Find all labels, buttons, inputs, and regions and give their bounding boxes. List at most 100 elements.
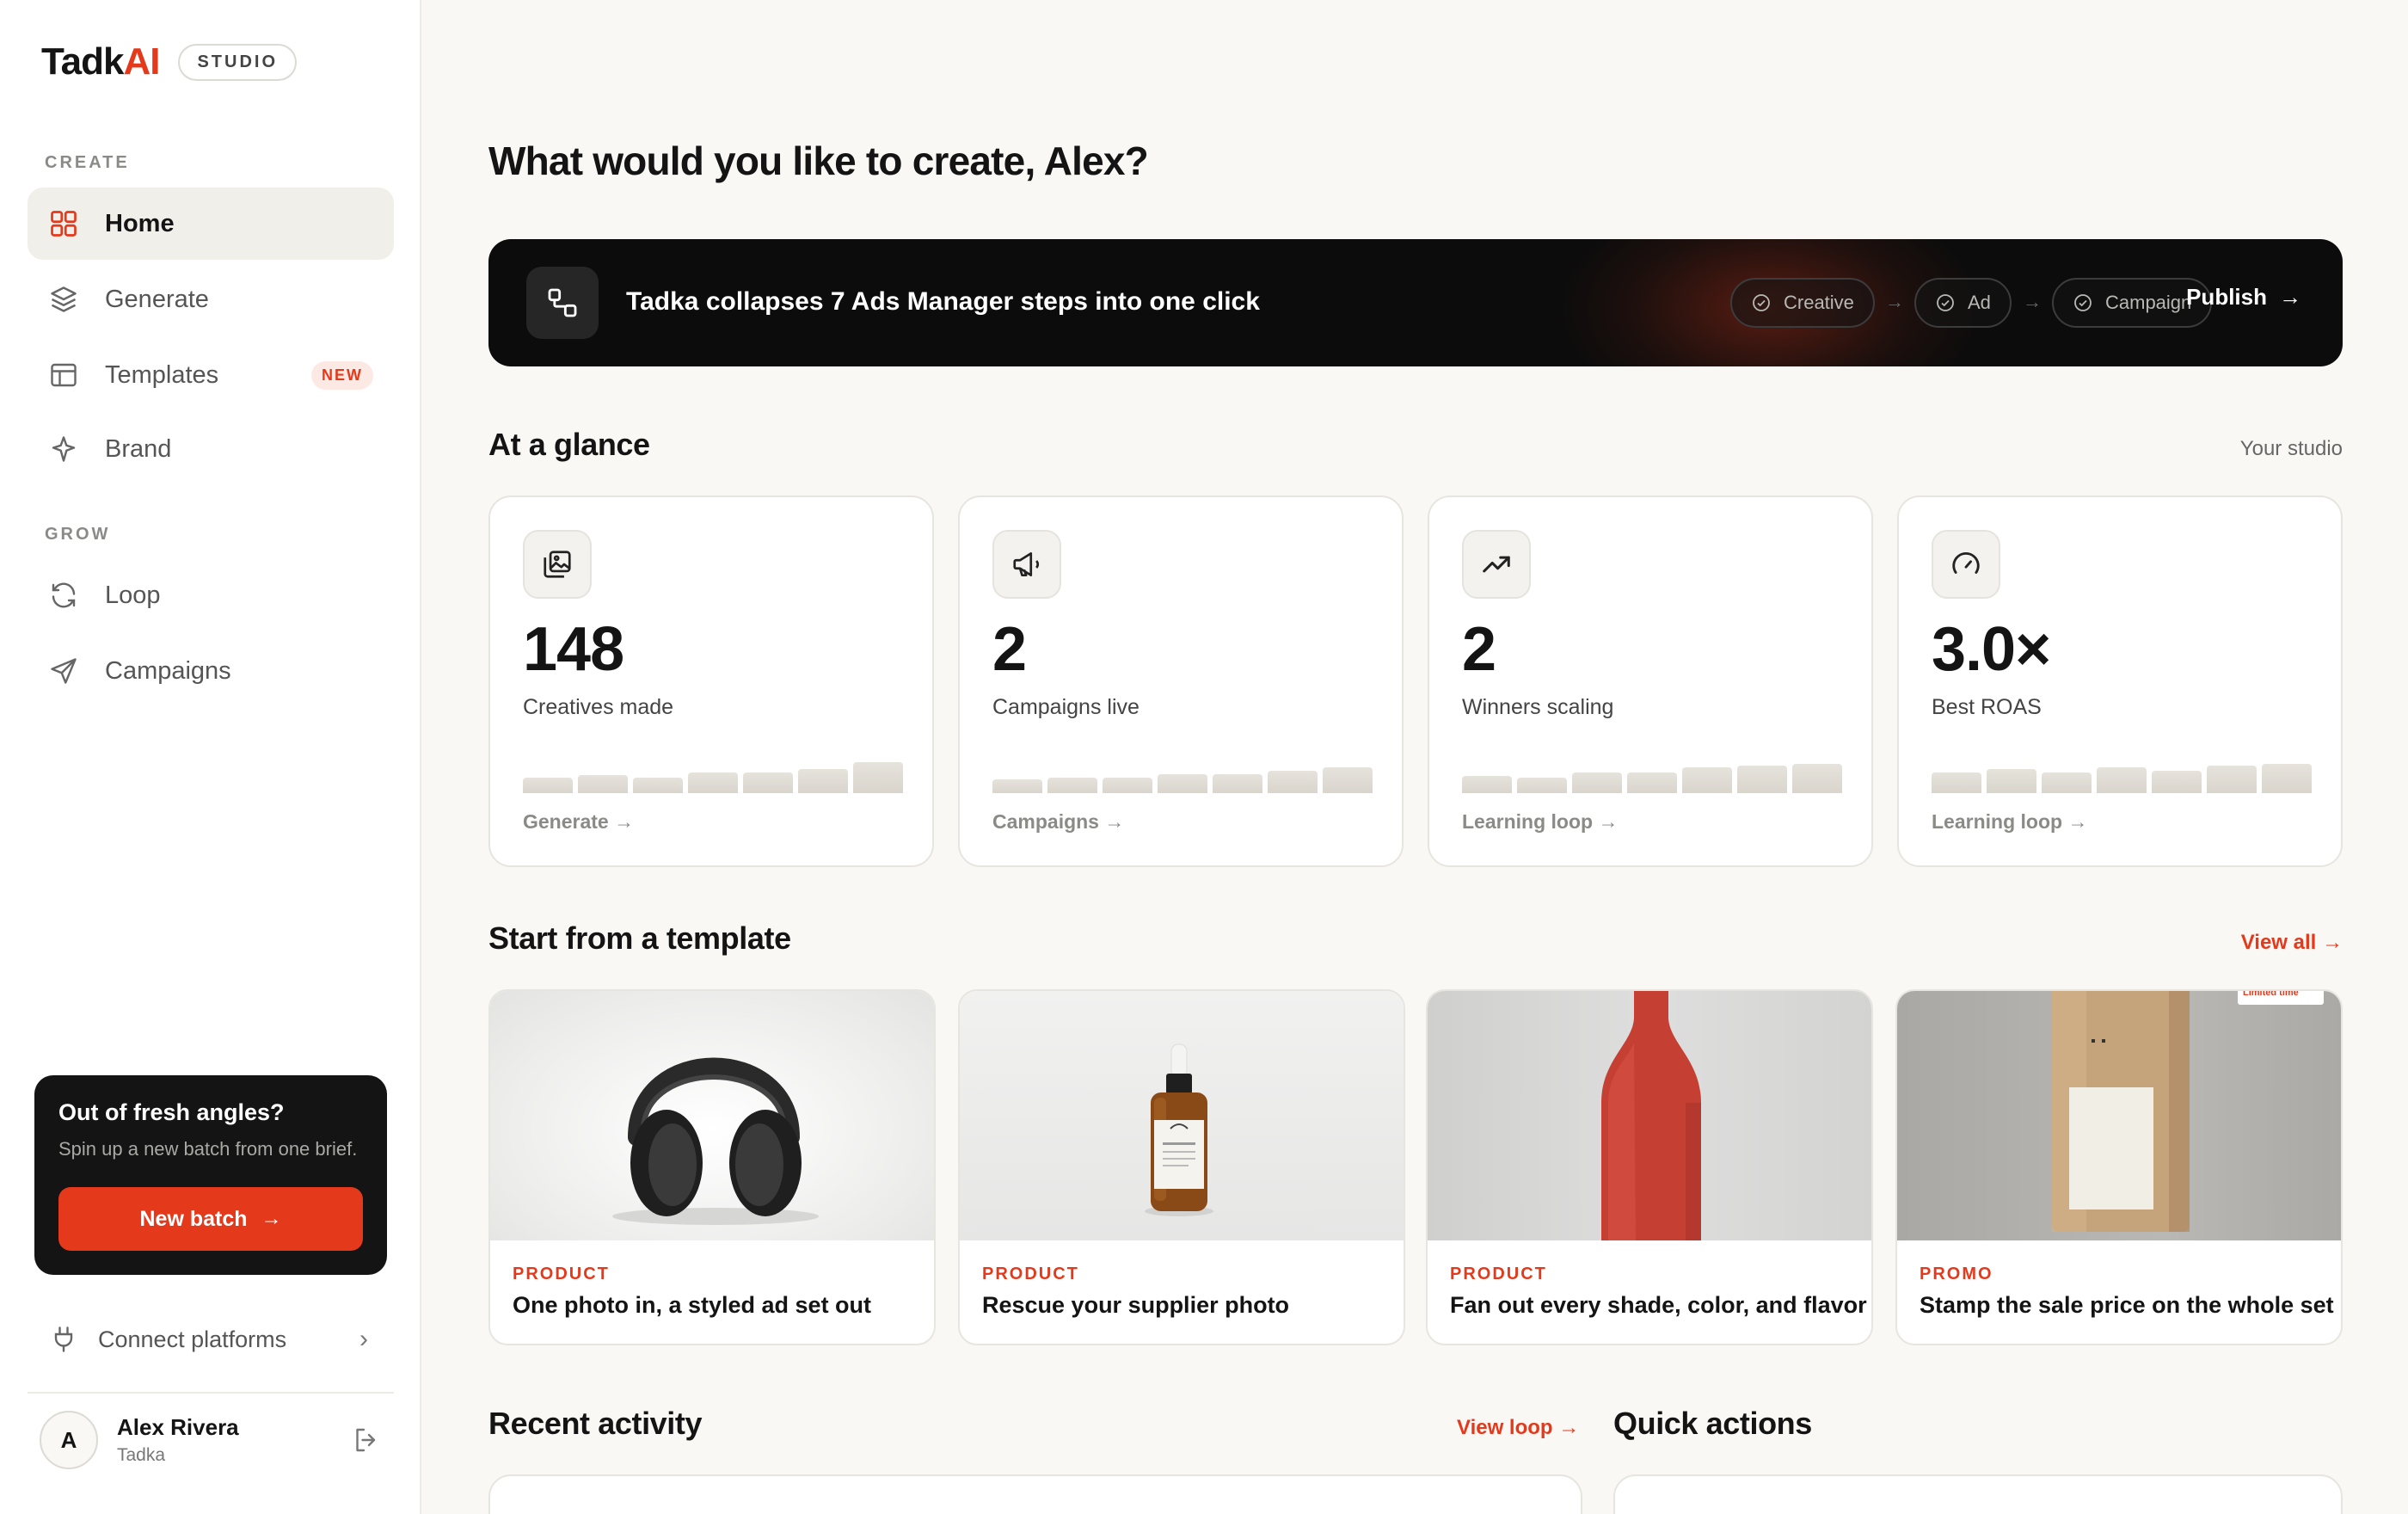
chevron-right-icon: ›	[359, 1325, 368, 1353]
sparkline-bar	[633, 778, 683, 793]
arrow-right-icon: →	[2067, 810, 2088, 833]
sparkline-bar	[1682, 767, 1732, 793]
sidebar-item-home[interactable]: Home	[28, 188, 394, 260]
template-card[interactable]: Limited time PROMO Stamp the sale price …	[1895, 989, 2343, 1345]
arrow-right-icon: →	[2023, 291, 2042, 312]
arrow-right-icon: →	[1885, 291, 1904, 312]
sparkline-bar	[2042, 772, 2092, 793]
arrow-right-icon: →	[261, 1207, 282, 1230]
connect-platforms-label: Connect platforms	[98, 1326, 287, 1352]
sidebar-item-campaigns[interactable]: Campaigns	[28, 635, 394, 707]
sparkline-bar	[853, 762, 903, 793]
sparkline	[992, 755, 1373, 793]
stat-card-creatives[interactable]: 148 Creatives made Generate →	[488, 495, 934, 867]
promo-subtitle: Spin up a new batch from one brief.	[58, 1138, 358, 1160]
refresh-icon	[48, 580, 79, 611]
step-creative: Creative	[1730, 278, 1875, 328]
arrow-right-icon: →	[614, 810, 635, 833]
new-batch-button[interactable]: New batch →	[58, 1187, 363, 1251]
at-a-glance-heading: At a glance	[488, 427, 650, 462]
sparkline-bar	[578, 775, 628, 793]
template-title: One photo in, a styled ad set out	[513, 1292, 872, 1318]
sidebar-item-label: Generate	[105, 285, 209, 313]
promo-title: Out of fresh angles?	[58, 1099, 285, 1125]
view-loop-link[interactable]: View loop →	[1457, 1416, 1579, 1440]
stat-value: 2	[992, 615, 1027, 684]
quick-actions-panel	[1613, 1474, 2343, 1514]
template-image-coffee-bag: Limited time	[1897, 991, 2341, 1240]
send-icon	[48, 655, 79, 686]
banner-text: Tadka collapses 7 Ads Manager steps into…	[626, 287, 1260, 316]
arrow-right-icon: →	[2322, 931, 2343, 954]
check-circle-icon	[1937, 294, 1954, 311]
layers-icon	[48, 284, 79, 315]
sidebar: TadkAI STUDIO CREATE Home Generate Templ…	[0, 0, 421, 1514]
template-title: Stamp the sale price on the whole set	[1920, 1292, 2334, 1318]
sidebar-item-label: Brand	[105, 434, 172, 463]
sidebar-item-generate[interactable]: Generate	[28, 263, 394, 335]
logout-icon[interactable]	[351, 1425, 382, 1456]
create-section-label: CREATE	[45, 153, 130, 172]
sidebar-item-label: Loop	[105, 581, 161, 609]
layout-icon	[48, 360, 79, 391]
sparkline-bar	[2152, 771, 2202, 793]
studio-badge: STUDIO	[178, 43, 297, 81]
sparkline-bar	[1627, 772, 1677, 793]
recent-activity-panel	[488, 1474, 1582, 1514]
stat-card-campaigns[interactable]: 2 Campaigns live Campaigns →	[958, 495, 1404, 867]
new-badge: NEW	[311, 360, 373, 390]
template-card[interactable]: PRODUCT One photo in, a styled ad set ou…	[488, 989, 936, 1345]
stat-card-winners[interactable]: 2 Winners scaling Learning loop →	[1428, 495, 1873, 867]
logo[interactable]: TadkAI STUDIO	[41, 43, 297, 81]
stat-link-generate[interactable]: Generate →	[523, 810, 634, 834]
stat-link-campaigns[interactable]: Campaigns →	[992, 810, 1124, 834]
sparkline-bar	[1047, 778, 1097, 793]
sparkline-bar	[1268, 771, 1318, 793]
publish-button[interactable]: Publish →	[2186, 284, 2301, 311]
publish-label: Publish	[2186, 284, 2267, 310]
arrow-right-icon: →	[1104, 810, 1125, 833]
trend-up-icon	[1462, 530, 1531, 599]
stat-link-learning-loop[interactable]: Learning loop →	[1932, 810, 2087, 834]
stat-card-roas[interactable]: 3.0× Best ROAS Learning loop →	[1897, 495, 2343, 867]
template-card[interactable]: PRODUCT Rescue your supplier photo	[958, 989, 1405, 1345]
sidebar-item-templates[interactable]: Templates NEW	[28, 339, 394, 411]
user-org: Tadka	[117, 1445, 166, 1465]
grow-section-label: GROW	[45, 525, 111, 544]
sparkline	[523, 755, 903, 793]
sparkline-bar	[1158, 774, 1207, 793]
user-name: Alex Rivera	[117, 1414, 239, 1440]
sparkline	[1462, 755, 1842, 793]
sparkline-bar	[1987, 769, 2036, 793]
divider	[28, 1392, 394, 1394]
template-image-serum-bottle	[960, 991, 1404, 1240]
main-content: What would you like to create, Alex? Tad…	[421, 0, 2408, 1514]
template-card[interactable]: PRODUCT Fan out every shade, color, and …	[1426, 989, 1873, 1345]
gauge-icon	[1932, 530, 2000, 599]
sidebar-item-label: Home	[105, 209, 175, 237]
view-all-link[interactable]: View all →	[2241, 931, 2343, 955]
new-batch-promo: Out of fresh angles? Spin up a new batch…	[34, 1075, 387, 1275]
logo-wordmark: TadkAI	[41, 40, 160, 83]
stat-link-learning-loop[interactable]: Learning loop →	[1462, 810, 1618, 834]
avatar: A	[40, 1411, 98, 1469]
user-profile[interactable]: A Alex Rivera Tadka	[40, 1411, 394, 1471]
stat-label: Creatives made	[523, 695, 674, 719]
stat-label: Campaigns live	[992, 695, 1140, 719]
sidebar-item-brand[interactable]: Brand	[28, 413, 394, 485]
stat-value: 3.0×	[1932, 615, 2051, 684]
page-title: What would you like to create, Alex?	[488, 138, 1149, 183]
new-batch-label: New batch	[139, 1206, 248, 1231]
template-tag: PROMO	[1920, 1265, 1993, 1283]
flow-icon	[526, 267, 599, 339]
step-label: Ad	[1968, 292, 1991, 313]
step-ad: Ad	[1914, 278, 2012, 328]
sparkline-bar	[1572, 772, 1622, 793]
sidebar-item-loop[interactable]: Loop	[28, 559, 394, 631]
step-label: Creative	[1784, 292, 1854, 313]
check-circle-icon	[1753, 294, 1770, 311]
template-title: Fan out every shade, color, and flavor	[1450, 1292, 1867, 1318]
stat-label: Winners scaling	[1462, 695, 1614, 719]
connect-platforms-button[interactable]: Connect platforms ›	[28, 1308, 394, 1371]
sparkline-bar	[1213, 774, 1262, 793]
